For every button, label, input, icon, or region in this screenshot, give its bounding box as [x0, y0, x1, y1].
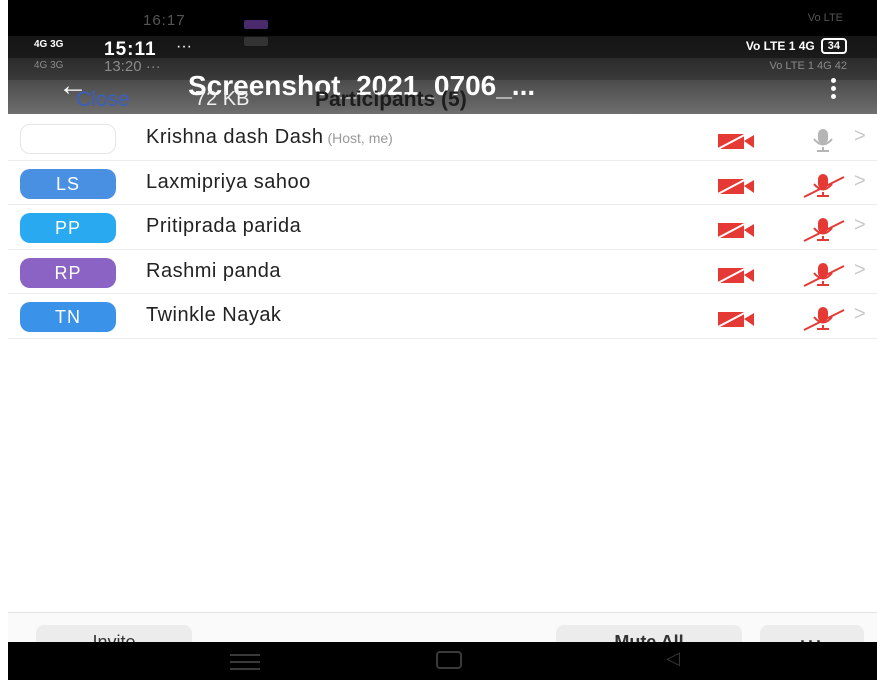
invite-button[interactable]: Invite — [36, 625, 192, 642]
avatar: RP — [20, 257, 116, 288]
chevron-right-icon[interactable]: > — [854, 259, 866, 282]
recent-apps-icon[interactable] — [230, 654, 260, 675]
participant-row[interactable]: RP Rashmi panda > — [8, 250, 877, 294]
status-bar: 4G 3G 15:11 ··· Vo LTE 1 4G 34 — [8, 36, 877, 60]
status-time-faint: 16:17 — [143, 12, 186, 29]
participant-name-cell: Krishna dash Dash (Host, me) — [146, 126, 393, 149]
video-off-icon — [716, 308, 754, 329]
microphone-muted-icon — [803, 218, 845, 242]
notification-icons — [244, 16, 300, 46]
video-off-icon — [716, 174, 754, 196]
system-nav-bar: ◁ — [8, 642, 877, 680]
network-label: Vo LTE 1 4G — [745, 39, 815, 53]
mute-all-button[interactable]: Mute All — [556, 625, 742, 642]
chevron-right-icon[interactable]: > — [854, 170, 866, 193]
chevron-right-icon[interactable]: > — [854, 125, 866, 148]
chevron-right-icon[interactable]: > — [854, 214, 866, 237]
participant-row[interactable]: Krishna dash Dash (Host, me) > — [8, 116, 877, 161]
file-size: 72 KB — [195, 88, 250, 110]
status-more: ··· — [176, 38, 192, 55]
participant-row[interactable]: PP Pritiprada parida > — [8, 205, 877, 250]
participant-name: Rashmi panda — [146, 259, 281, 282]
home-icon[interactable] — [436, 651, 462, 669]
more-options-button[interactable]: ··· — [760, 625, 864, 642]
microphone-muted-icon — [803, 262, 845, 287]
network-indicator-faint: Vo LTE — [807, 12, 843, 24]
avatar: TN — [20, 302, 116, 332]
avatar: PP — [20, 213, 116, 243]
participant-name-cell: Twinkle Nayak — [146, 304, 281, 327]
video-off-icon — [716, 219, 754, 240]
participant-name-cell: Laxmipriya sahoo — [146, 171, 311, 194]
signal-icon: 4G 3G — [34, 39, 64, 50]
participants-list: Krishna dash Dash (Host, me) > LS Laxmipriya… — [8, 116, 877, 339]
participant-name: Krishna dash Dash — [146, 126, 324, 148]
participant-name: Twinkle Nayak — [146, 304, 282, 326]
video-off-icon — [716, 263, 754, 285]
status-and-header: 16:17 Vo LTE 4G 3G 15:11 ··· Vo LTE 1 4G… — [8, 0, 877, 114]
avatar — [20, 124, 116, 154]
action-bar: Invite Mute All ··· — [8, 612, 877, 642]
participant-name-cell: Rashmi panda — [146, 260, 281, 283]
video-off-icon — [716, 130, 754, 151]
participant-role: (Host, me) — [327, 130, 393, 146]
participant-row[interactable]: TN Twinkle Nayak > — [8, 294, 877, 339]
participant-name-cell: Pritiprada parida — [146, 215, 301, 238]
close-button[interactable]: Close — [76, 88, 130, 112]
status-bar-faint: 16:17 Vo LTE — [8, 4, 877, 46]
microphone-muted-icon — [803, 307, 845, 331]
participant-row[interactable]: LS Laxmipriya sahoo > — [8, 161, 877, 205]
page-title: Participants (5) — [315, 88, 467, 111]
battery-icon: 34 — [820, 38, 847, 54]
avatar: LS — [20, 168, 116, 199]
microphone-icon — [813, 129, 833, 152]
chevron-right-icon[interactable]: > — [854, 303, 866, 326]
participant-name: Pritiprada parida — [146, 215, 302, 237]
participants-header: Close 72 KB Participants (5) — [8, 88, 877, 112]
microphone-muted-icon — [803, 173, 845, 198]
participant-name: Laxmipriya sahoo — [146, 170, 311, 193]
network-indicator: Vo LTE 1 4G 34 — [746, 38, 847, 54]
back-icon[interactable]: ◁ — [666, 648, 680, 669]
